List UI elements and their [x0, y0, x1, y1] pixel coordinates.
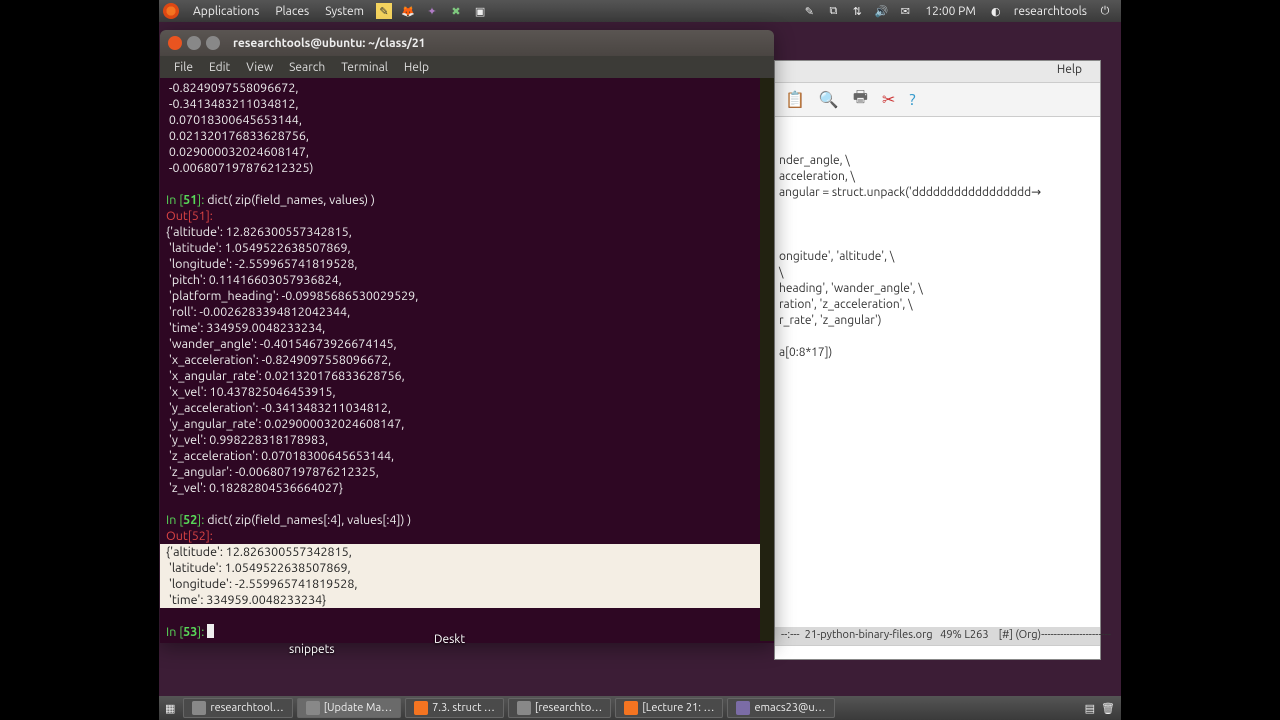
network-icon[interactable]: ⇅ [849, 3, 865, 19]
term-menu-terminal[interactable]: Terminal [333, 61, 396, 74]
top-panel: Applications Places System ✎ 🦊 ✦ ✖ ▣ ✎ ⧉… [159, 0, 1121, 22]
window-close-button[interactable] [168, 36, 182, 50]
firefox-task-icon-2 [624, 701, 638, 715]
terminal-content[interactable]: -0.8249097558096672, -0.3413483211034812… [160, 78, 774, 641]
edit-icon[interactable]: ✎ [801, 3, 817, 19]
dropbox-icon[interactable]: ⧉ [825, 3, 841, 19]
window-maximize-button[interactable] [206, 36, 220, 50]
terminal-task-icon [192, 701, 206, 715]
print-icon[interactable]: 🖶 [853, 86, 868, 113]
task-firefox-lecture[interactable]: [Lecture 21: … [615, 698, 723, 718]
menu-system[interactable]: System [317, 5, 372, 18]
task-researchtools[interactable]: researchtool… [183, 698, 292, 718]
cursor [207, 624, 214, 638]
term-menu-search[interactable]: Search [281, 61, 333, 74]
terminal-menubar: File Edit View Search Terminal Help [160, 56, 774, 78]
desktop-label-snippets[interactable]: snippets [289, 643, 335, 656]
desktop-label-desktop: Deskt [434, 633, 465, 646]
shutdown-icon[interactable]: ⏻ [1097, 3, 1113, 19]
pidgin-icon[interactable]: ✦ [424, 3, 440, 19]
emacs-window: Help 📋 🔍 🖶 ✂ ? nder_angle, \ acceleratio… [774, 60, 1101, 660]
term-menu-edit[interactable]: Edit [201, 61, 238, 74]
terminal-titlebar[interactable]: researchtools@ubuntu: ~/class/21 [160, 30, 774, 56]
terminal-window: researchtools@ubuntu: ~/class/21 File Ed… [160, 30, 774, 643]
paste-icon[interactable]: 📋 [785, 90, 805, 109]
window-minimize-button[interactable] [187, 36, 201, 50]
firefox-icon[interactable]: 🦊 [400, 3, 416, 19]
power-icon[interactable]: ◐ [988, 3, 1004, 19]
terminal-task-icon-2 [517, 701, 531, 715]
firefox-task-icon [414, 701, 428, 715]
task-update-manager[interactable]: [Update Ma… [297, 698, 401, 718]
update-task-icon [306, 701, 320, 715]
cut-icon[interactable]: ✂ [882, 90, 895, 109]
emacs-buffer[interactable]: nder_angle, \ acceleration, \ angular = … [775, 117, 1100, 365]
term-menu-file[interactable]: File [166, 61, 201, 74]
highlighted-output: {'altitude': 12.826300557342815, 'latitu… [160, 544, 774, 608]
bottom-panel: ▦ researchtool… [Update Ma… 7.3. struct … [159, 696, 1121, 720]
window-title: researchtools@ubuntu: ~/class/21 [233, 37, 425, 50]
emacs-help-icon[interactable]: ? [909, 91, 915, 109]
emacs-modeline: --:--- 21-python-binary-files.org 49% L2… [775, 627, 1100, 645]
emacs-menu-help[interactable]: Help [1057, 63, 1092, 76]
notes-icon[interactable]: ✎ [376, 3, 392, 19]
menu-places[interactable]: Places [267, 5, 317, 18]
menu-applications[interactable]: Applications [185, 5, 267, 18]
terminal-scrollbar[interactable] [760, 78, 774, 641]
terminal-icon[interactable]: ▣ [472, 3, 488, 19]
task-firefox-struct[interactable]: 7.3. struct … [405, 698, 504, 718]
help-icon[interactable]: ✖ [448, 3, 464, 19]
show-desktop-icon[interactable]: ▦ [165, 702, 175, 715]
volume-icon[interactable]: 🔊 [873, 3, 889, 19]
term-menu-help[interactable]: Help [396, 61, 437, 74]
ubuntu-logo-icon[interactable] [163, 3, 179, 19]
workspace-switcher-icon[interactable]: ▤ [1085, 702, 1095, 715]
mail-icon[interactable]: ✉ [897, 3, 913, 19]
trash-icon[interactable]: 🗑 [1101, 702, 1115, 715]
emacs-task-icon [736, 701, 750, 715]
emacs-minibuffer[interactable] [775, 645, 1100, 659]
task-terminal-2[interactable]: [researchto… [508, 698, 611, 718]
task-emacs[interactable]: emacs23@u… [727, 698, 834, 718]
clock[interactable]: 12:00 PM [925, 5, 975, 18]
search-icon[interactable]: 🔍 [819, 90, 839, 109]
term-menu-view[interactable]: View [238, 61, 281, 74]
user-menu[interactable]: researchtools [1014, 5, 1087, 18]
